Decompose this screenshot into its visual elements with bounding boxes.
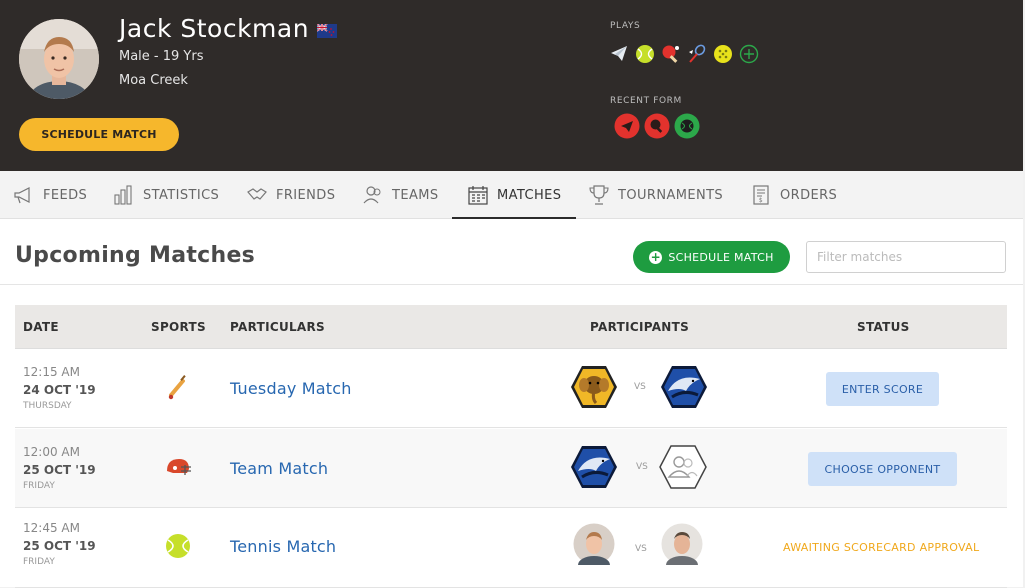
vs-label: VS (635, 544, 647, 554)
vs-label: VS (634, 382, 646, 392)
schedule-match-green-button[interactable]: + SCHEDULE MATCH (633, 241, 790, 273)
tennis-ball-icon (166, 534, 190, 558)
vs-label: VS (636, 462, 648, 472)
megaphone-icon (14, 187, 30, 204)
plays-label: PLAYS (610, 21, 641, 31)
match-date: 24 OCT '19 (23, 383, 96, 397)
table-row: 12:15 AM 24 OCT '19 THURSDAY Tuesday Mat… (15, 349, 1007, 428)
paper-plane-icon[interactable] (609, 44, 629, 64)
add-sport-icon[interactable] (739, 44, 759, 64)
tab-tournaments-label: TOURNAMENTS (618, 187, 724, 203)
tab-matches[interactable]: MATCHES (452, 171, 577, 220)
tab-orders-label: ORDERS (780, 187, 838, 203)
football-helmet-icon (167, 459, 191, 475)
match-date: 25 OCT '19 (23, 463, 96, 477)
pickleball-icon[interactable] (713, 44, 733, 64)
page-title: Upcoming Matches (15, 243, 256, 268)
awaiting-approval-status: AWAITING SCORECARD APPROVAL (783, 541, 980, 554)
table-row: 12:45 AM 25 OCT '19 FRIDAY Tennis Match … (15, 509, 1007, 588)
header-sports: SPORTS (151, 320, 206, 334)
tab-teams[interactable]: TEAMS (362, 171, 439, 219)
users-icon (363, 186, 381, 204)
profile-tab-bar: FEEDS STATISTICS FRIENDS TEAMS MATCHES T… (0, 171, 1023, 220)
match-day: FRIDAY (23, 481, 55, 491)
tab-friends[interactable]: FRIENDS (246, 171, 335, 219)
profile-avatar (19, 19, 99, 99)
tab-teams-label: TEAMS (392, 187, 439, 203)
enter-score-button[interactable]: ENTER SCORE (826, 372, 939, 406)
table-row: 12:00 AM 25 OCT '19 FRIDAY Team Match VS… (15, 429, 1007, 508)
nz-flag-icon (317, 23, 338, 38)
table-tennis-icon[interactable] (661, 44, 681, 64)
trophy-icon (589, 185, 609, 205)
match-date: 25 OCT '19 (23, 539, 96, 553)
tab-statistics[interactable]: STATISTICS (113, 171, 219, 219)
name-row: Jack Stockman (119, 14, 338, 43)
location: Moa Creek (119, 73, 188, 88)
eagle-team-icon[interactable] (660, 365, 708, 409)
eagle-team-icon[interactable] (570, 445, 618, 489)
placeholder-team-icon[interactable] (659, 445, 707, 489)
badminton-icon[interactable] (687, 44, 707, 64)
profile-header: Jack Stockman Male - 19 Yrs Moa Creek SC… (0, 0, 1023, 171)
match-link[interactable]: Tennis Match (230, 537, 336, 556)
player-avatar[interactable] (573, 523, 615, 565)
header-particulars: PARTICULARS (230, 320, 325, 334)
tab-feeds-label: FEEDS (43, 187, 88, 203)
plus-circle-icon: + (649, 249, 663, 264)
match-day: THURSDAY (23, 401, 72, 411)
tab-feeds[interactable]: FEEDS (13, 171, 87, 219)
match-time: 12:00 AM (23, 445, 80, 459)
header-status: STATUS (857, 320, 910, 334)
choose-opponent-button[interactable]: CHOOSE OPPONENT (808, 452, 957, 486)
match-link[interactable]: Team Match (230, 459, 328, 478)
elephant-team-icon[interactable] (570, 365, 618, 409)
svg-text:$: $ (759, 197, 763, 204)
header-participants: PARTICIPANTS (590, 320, 690, 334)
form-loss-paper-plane-icon[interactable] (614, 113, 640, 139)
handshake-icon (247, 188, 267, 200)
divider (0, 284, 1023, 285)
opponent-avatar[interactable] (661, 523, 703, 565)
matches-panel: Upcoming Matches + SCHEDULE MATCH DATE S… (0, 219, 1023, 588)
schedule-match-button[interactable]: SCHEDULE MATCH (19, 118, 179, 151)
receipt-icon: $ (753, 185, 769, 205)
cricket-bat-icon (168, 375, 186, 400)
gender-age: Male - 19 Yrs (119, 49, 204, 64)
plays-icons (609, 44, 759, 64)
tab-orders[interactable]: $ ORDERS (750, 171, 837, 219)
filter-matches-input[interactable] (806, 241, 1006, 273)
tab-tournaments[interactable]: TOURNAMENTS (588, 171, 723, 219)
schedule-match-green-label: SCHEDULE MATCH (668, 250, 774, 264)
tennis-ball-icon[interactable] (635, 44, 655, 64)
match-link[interactable]: Tuesday Match (230, 379, 352, 398)
tab-statistics-label: STATISTICS (143, 187, 220, 203)
match-day: FRIDAY (23, 557, 55, 567)
form-loss-table-tennis-icon[interactable] (644, 113, 670, 139)
calendar-icon (468, 186, 488, 205)
tab-friends-label: FRIENDS (276, 187, 336, 203)
recent-form-icons (614, 113, 700, 139)
chart-icon (114, 185, 132, 205)
form-win-tennis-ball-icon[interactable] (674, 113, 700, 139)
player-name: Jack Stockman (119, 14, 310, 43)
match-time: 12:15 AM (23, 365, 80, 379)
tab-matches-label: MATCHES (497, 187, 562, 203)
header-date: DATE (23, 320, 59, 334)
match-time: 12:45 AM (23, 521, 80, 535)
matches-table-header: DATE SPORTS PARTICULARS PARTICIPANTS STA… (15, 305, 1007, 349)
recent-form-label: RECENT FORM (610, 96, 682, 106)
